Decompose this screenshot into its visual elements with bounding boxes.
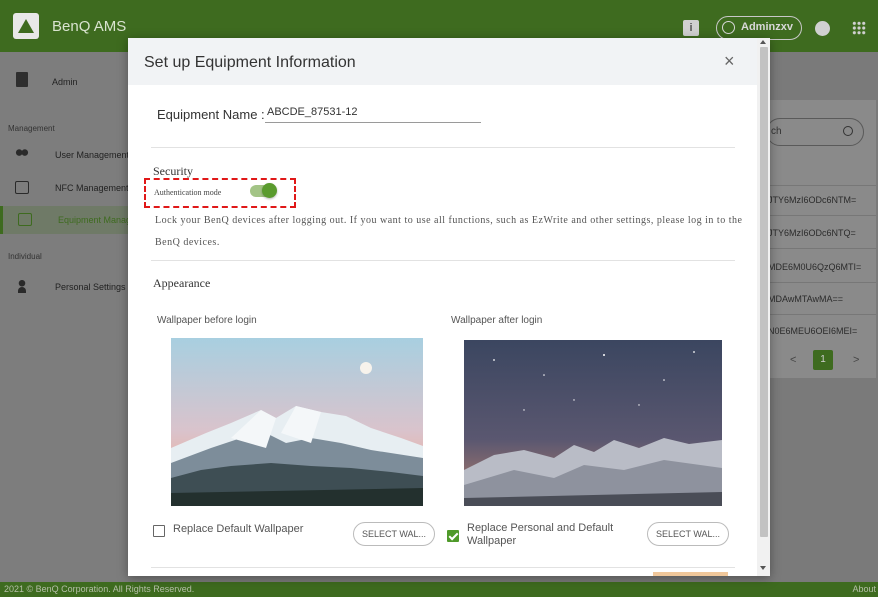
sidebar-section-management: Management xyxy=(8,124,55,133)
sidebar-item-nfc-management[interactable]: NFC Management xyxy=(0,174,130,202)
action-button-edge[interactable] xyxy=(653,572,728,576)
app-title: BenQ AMS xyxy=(52,18,127,35)
equipment-info-dialog: Set up Equipment Information × Equipment… xyxy=(128,38,770,576)
search-input[interactable]: ch xyxy=(766,118,864,146)
footer: 2021 © BenQ Corporation. All Rights Rese… xyxy=(0,582,878,597)
sidebar-section-individual: Individual xyxy=(8,252,42,261)
table-row[interactable]: N0E6MEU6OEI6MEI= xyxy=(768,326,876,336)
search-icon xyxy=(843,126,853,136)
table-row[interactable]: JTY6MzI6ODc6NTQ= xyxy=(768,228,876,238)
scroll-up-arrow-icon[interactable] xyxy=(760,40,766,44)
user-name: Adminzxv xyxy=(741,21,793,33)
info-icon[interactable]: i xyxy=(683,20,699,36)
replace-personal-default-wallpaper-checkbox[interactable] xyxy=(447,530,459,542)
wallpaper-before-login-image xyxy=(171,338,423,506)
table-divider xyxy=(766,215,876,216)
pagination-prev-button[interactable]: < xyxy=(790,354,796,366)
nfc-icon xyxy=(15,181,29,194)
logo-icon xyxy=(13,13,39,39)
wallpaper-before-login-label: Wallpaper before login xyxy=(157,315,257,326)
user-menu-button[interactable]: Adminzxv xyxy=(716,16,802,40)
select-wallpaper-after-button[interactable]: SELECT WAL... xyxy=(647,522,729,546)
sidebar-item-label: NFC Management xyxy=(55,183,129,193)
apps-grid-icon[interactable] xyxy=(852,21,866,35)
replace-personal-default-wallpaper-label: Replace Personal and Default Wallpaper xyxy=(467,522,614,547)
highlight-box xyxy=(144,178,296,208)
table-row[interactable]: MDE6M0U6QzQ6MTI= xyxy=(768,262,876,272)
copyright-text: 2021 © BenQ Corporation. All Rights Rese… xyxy=(4,584,195,594)
sidebar-admin-label: Admin xyxy=(52,77,78,87)
scrollbar-thumb[interactable] xyxy=(760,47,768,537)
person-icon xyxy=(15,280,29,293)
dialog-header: Set up Equipment Information × xyxy=(128,38,770,85)
select-wallpaper-before-button[interactable]: SELECT WAL... xyxy=(353,522,435,546)
scroll-down-arrow-icon[interactable] xyxy=(760,566,766,570)
about-link[interactable]: About xyxy=(852,584,876,594)
divider xyxy=(151,147,735,148)
pagination-next-button[interactable]: > xyxy=(853,354,859,366)
sidebar-item-label: User Management xyxy=(55,150,130,160)
sidebar-item-user-management[interactable]: User Management xyxy=(0,141,130,169)
sidebar-item-equipment-management[interactable]: Equipment Manag xyxy=(0,206,132,234)
table-row[interactable]: MDAwMTAwMA== xyxy=(768,294,876,304)
divider xyxy=(151,260,735,261)
wallpaper-after-login-label: Wallpaper after login xyxy=(451,315,543,326)
sidebar-item-label: Personal Settings xyxy=(55,282,126,292)
table-divider xyxy=(766,314,876,315)
sidebar-item-label: Equipment Manag xyxy=(58,215,132,225)
dialog-title: Set up Equipment Information xyxy=(144,54,356,71)
users-icon xyxy=(15,148,29,161)
search-placeholder: ch xyxy=(771,126,782,137)
table-divider xyxy=(766,248,876,249)
monitor-icon xyxy=(18,213,32,226)
admin-icon xyxy=(16,72,28,87)
table-divider xyxy=(766,185,876,186)
equipment-name-input[interactable] xyxy=(265,102,481,123)
security-description: Lock your BenQ devices after logging out… xyxy=(155,215,743,248)
replace-default-wallpaper-checkbox[interactable] xyxy=(153,525,165,537)
table-divider xyxy=(766,282,876,283)
sidebar: Admin Management User Management NFC Man… xyxy=(0,52,132,582)
wallpaper-after-login-image xyxy=(464,340,722,506)
equipment-name-label: Equipment Name : xyxy=(157,107,265,122)
close-icon[interactable]: × xyxy=(724,52,735,70)
pagination-page-1[interactable]: 1 xyxy=(813,350,833,370)
globe-icon[interactable] xyxy=(815,21,830,36)
divider xyxy=(151,567,735,568)
sidebar-item-personal-settings[interactable]: Personal Settings xyxy=(0,273,130,301)
security-section-title: Security xyxy=(153,164,193,178)
replace-default-wallpaper-label: Replace Default Wallpaper xyxy=(173,523,304,535)
appearance-section-title: Appearance xyxy=(153,276,211,290)
user-icon xyxy=(722,21,735,34)
table-row[interactable]: JTY6MzI6ODc6NTM= xyxy=(768,195,876,205)
